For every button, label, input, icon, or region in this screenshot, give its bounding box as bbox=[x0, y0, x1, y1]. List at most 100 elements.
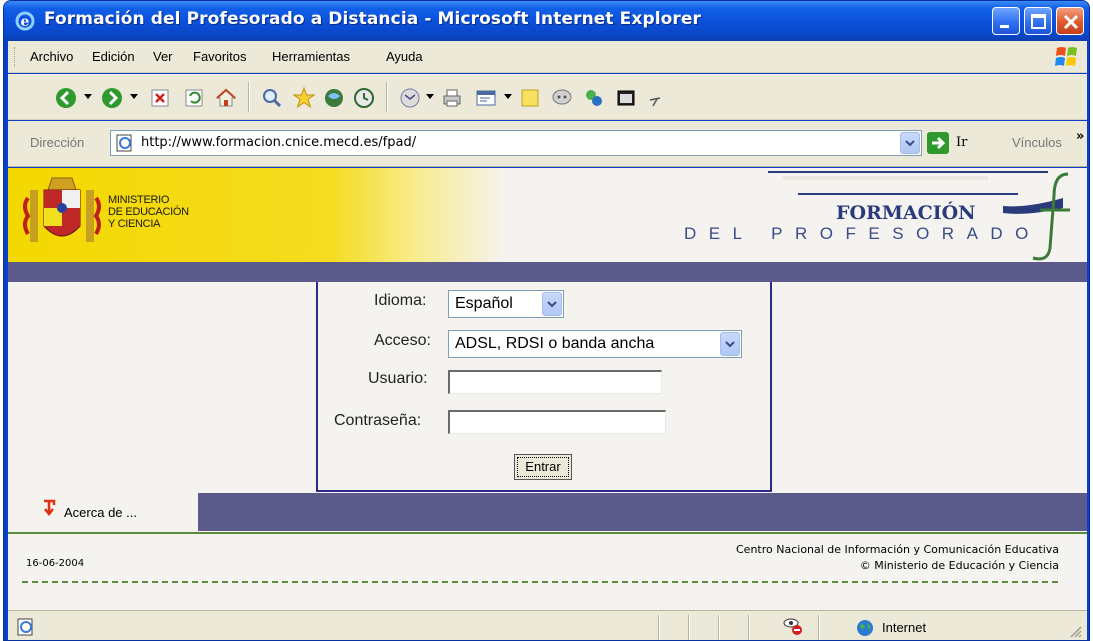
password-label: Contraseña: bbox=[334, 412, 422, 429]
chevron-down-icon bbox=[905, 140, 915, 147]
back-icon[interactable] bbox=[54, 86, 78, 110]
menu-archivo[interactable]: Archivo bbox=[30, 49, 73, 64]
chevron-down-icon bbox=[725, 341, 735, 348]
forward-dropdown-icon[interactable] bbox=[130, 94, 138, 100]
acerca-label[interactable]: Acerca de ... bbox=[64, 505, 137, 520]
acceso-value: ADSL, RDSI o banda ancha bbox=[455, 335, 655, 352]
ministerio-logo-text: MINISTERIO DE EDUCACIÓN Y CIENCIA bbox=[108, 194, 189, 230]
menu-ver[interactable]: Ver bbox=[153, 49, 173, 64]
window-title: Formación del Profesorado a Distancia - … bbox=[44, 9, 702, 29]
messenger-icon[interactable] bbox=[550, 86, 574, 110]
footer-dashed-divider bbox=[22, 581, 1058, 583]
credit-line-2: © Ministerio de Educación y Ciencia bbox=[859, 559, 1059, 572]
status-separator bbox=[818, 615, 820, 640]
toolbar-separator bbox=[386, 82, 388, 112]
idioma-value: Español bbox=[455, 295, 513, 312]
edit-icon[interactable] bbox=[474, 86, 498, 110]
address-dropdown-button[interactable] bbox=[900, 132, 920, 154]
title-bar[interactable]: e Formación del Profesorado a Distancia … bbox=[4, 1, 1089, 41]
entrar-button[interactable]: Entrar bbox=[514, 454, 572, 480]
menu-bar: Archivo Edición Ver Favoritos Herramient… bbox=[8, 41, 1087, 73]
mail-icon[interactable] bbox=[398, 86, 422, 110]
address-bar: Dirección http://www.formacion.cnice.mec… bbox=[8, 121, 1087, 167]
internet-zone-icon bbox=[857, 620, 873, 636]
windows-logo-icon bbox=[1055, 47, 1077, 66]
close-icon bbox=[1063, 14, 1079, 30]
forward-icon[interactable] bbox=[100, 86, 124, 110]
resize-grip-icon[interactable] bbox=[1069, 625, 1083, 639]
toolbar-chevron-icon[interactable] bbox=[648, 86, 662, 110]
search-icon[interactable] bbox=[260, 86, 284, 110]
status-separator bbox=[748, 615, 750, 640]
ministerio-line-1: MINISTERIO bbox=[108, 194, 170, 206]
brand-formacion: FORMACIÓN bbox=[836, 202, 976, 224]
credit-line-1: Centro Nacional de Información y Comunic… bbox=[736, 543, 1059, 556]
ministerio-line-3: Y CIENCIA bbox=[108, 218, 161, 230]
maximize-icon bbox=[1031, 14, 1046, 29]
privacy-blocked-icon[interactable] bbox=[782, 615, 804, 637]
menu-ayuda[interactable]: Ayuda bbox=[386, 49, 423, 64]
go-button-label[interactable]: Ir bbox=[956, 135, 967, 150]
window-icon[interactable] bbox=[614, 86, 638, 110]
minimize-icon bbox=[1000, 25, 1009, 28]
idioma-select[interactable]: Español bbox=[448, 290, 564, 318]
history-icon[interactable] bbox=[352, 86, 376, 110]
acceso-label: Acceso: bbox=[374, 332, 431, 349]
page-status-icon bbox=[17, 618, 33, 636]
idioma-label: Idioma: bbox=[374, 292, 427, 309]
page-icon bbox=[116, 134, 132, 152]
standard-toolbar bbox=[8, 74, 1087, 120]
idioma-dropdown-button[interactable] bbox=[542, 292, 562, 316]
menubar-grip[interactable] bbox=[14, 47, 17, 67]
refresh-icon[interactable] bbox=[182, 86, 206, 110]
toolbar-separator bbox=[248, 82, 250, 112]
links-label[interactable]: Vínculos bbox=[1012, 135, 1062, 150]
acceso-dropdown-button[interactable] bbox=[720, 332, 740, 356]
site-header: MINISTERIO DE EDUCACIÓN Y CIENCIA FORMAC… bbox=[8, 168, 1087, 262]
address-label: Dirección bbox=[30, 135, 85, 150]
media-icon[interactable] bbox=[322, 86, 346, 110]
red-arrow-icon bbox=[44, 499, 56, 517]
svg-text:e: e bbox=[21, 14, 30, 30]
favorites-icon[interactable] bbox=[292, 86, 316, 110]
header-band bbox=[8, 262, 1087, 282]
coat-of-arms-icon bbox=[23, 177, 101, 242]
links-chevron-icon[interactable]: » bbox=[1076, 129, 1084, 144]
go-icon[interactable] bbox=[926, 131, 950, 155]
chevron-down-icon bbox=[547, 301, 557, 308]
brand-del-profesorado: DEL PROFESORADO bbox=[684, 224, 1041, 243]
footer-date: 16-06-2004 bbox=[26, 558, 85, 569]
status-separator bbox=[658, 615, 660, 640]
acceso-select[interactable]: ADSL, RDSI o banda ancha bbox=[448, 330, 742, 358]
browser-window: e Formación del Profesorado a Distancia … bbox=[3, 0, 1090, 641]
login-form: Idioma: Español Acceso: ADSL, RDSI o ban… bbox=[316, 282, 772, 492]
edit-dropdown-icon[interactable] bbox=[504, 94, 512, 100]
research-icon[interactable] bbox=[582, 86, 606, 110]
close-button[interactable] bbox=[1056, 7, 1084, 35]
usuario-input[interactable] bbox=[448, 370, 662, 394]
maximize-button[interactable] bbox=[1024, 7, 1052, 35]
internet-zone-label: Internet bbox=[882, 620, 927, 635]
ie-logo-icon: e bbox=[15, 11, 35, 31]
page-content: MINISTERIO DE EDUCACIÓN Y CIENCIA FORMAC… bbox=[8, 168, 1087, 610]
status-bar: Internet bbox=[8, 610, 1087, 640]
menu-herramientas[interactable]: Herramientas bbox=[272, 49, 350, 64]
footer-credits: Centro Nacional de Información y Comunic… bbox=[736, 542, 1059, 574]
status-separator bbox=[688, 615, 690, 640]
password-input[interactable] bbox=[448, 410, 666, 434]
stop-icon[interactable] bbox=[148, 86, 172, 110]
discuss-icon[interactable] bbox=[518, 86, 542, 110]
status-separator bbox=[718, 615, 720, 640]
menu-edicion[interactable]: Edición bbox=[92, 49, 135, 64]
address-input[interactable]: http://www.formacion.cnice.mecd.es/fpad/ bbox=[110, 130, 922, 156]
usuario-label: Usuario: bbox=[368, 370, 428, 387]
menu-favoritos[interactable]: Favoritos bbox=[193, 49, 246, 64]
minimize-button[interactable] bbox=[992, 7, 1020, 35]
mail-dropdown-icon[interactable] bbox=[426, 94, 434, 100]
back-dropdown-icon[interactable] bbox=[84, 94, 92, 100]
ministerio-line-2: DE EDUCACIÓN bbox=[108, 206, 189, 218]
home-icon[interactable] bbox=[214, 86, 238, 110]
acerca-link[interactable]: Acerca de ... bbox=[8, 493, 198, 531]
address-url: http://www.formacion.cnice.mecd.es/fpad/ bbox=[141, 135, 417, 150]
print-icon[interactable] bbox=[440, 86, 464, 110]
